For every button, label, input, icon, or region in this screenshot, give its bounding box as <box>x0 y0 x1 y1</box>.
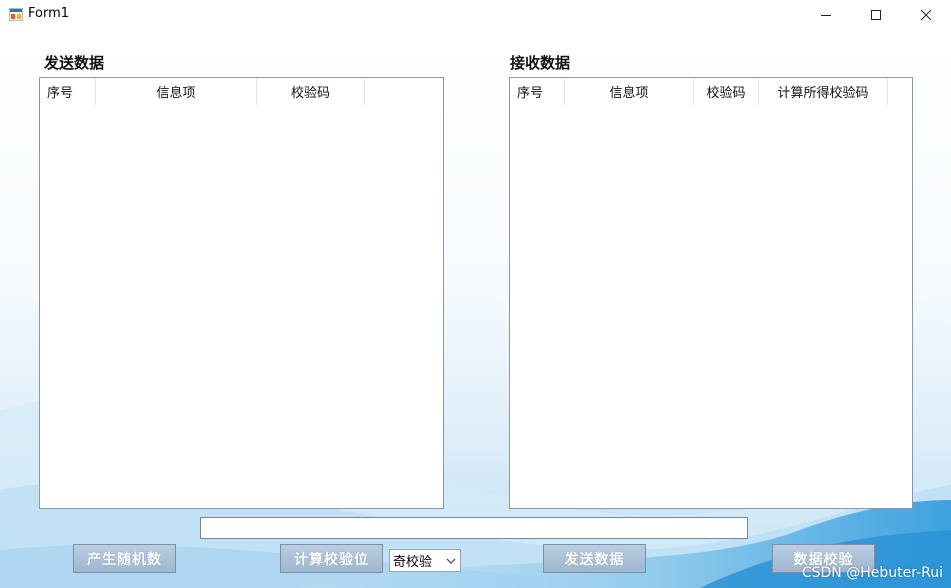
form-client-area: 发送数据 接收数据 序号 信息项 校验码 序号 信息项 校验码 计算所得校验码 … <box>0 30 951 588</box>
column-header-info-item[interactable]: 信息项 <box>565 78 694 105</box>
receive-listview-header: 序号 信息项 校验码 计算所得校验码 <box>510 78 912 105</box>
column-header-index[interactable]: 序号 <box>40 78 96 105</box>
close-icon <box>920 9 932 21</box>
maximize-icon <box>871 10 881 20</box>
data-textbox[interactable] <box>200 517 748 539</box>
column-header-computed-check-code[interactable]: 计算所得校验码 <box>759 78 888 105</box>
column-header-blank[interactable] <box>365 78 443 105</box>
send-data-label: 发送数据 <box>44 54 105 72</box>
send-listview-header: 序号 信息项 校验码 <box>40 78 443 105</box>
maximize-button[interactable] <box>851 0 901 30</box>
minimize-button[interactable] <box>801 0 851 30</box>
title-bar[interactable]: Form1 <box>0 0 951 30</box>
chevron-down-icon <box>442 558 460 564</box>
column-header-check-code[interactable]: 校验码 <box>694 78 759 105</box>
send-data-listview[interactable]: 序号 信息项 校验码 <box>39 77 444 509</box>
parity-mode-value: 奇校验 <box>393 555 433 570</box>
column-header-check-code[interactable]: 校验码 <box>257 78 365 105</box>
csdn-watermark: CSDN @Hebuter-Rui <box>801 565 943 581</box>
close-button[interactable] <box>901 0 951 30</box>
window-title: Form1 <box>28 6 70 21</box>
generate-random-button[interactable]: 产生随机数 <box>73 544 176 573</box>
winforms-app-icon <box>9 8 23 21</box>
minimize-icon <box>821 15 831 16</box>
column-header-blank[interactable] <box>888 78 912 105</box>
app-window: Form1 发送数据 接收数据 序号 信息项 校验码 序号 信息项 校验码 计算… <box>0 0 951 588</box>
receive-data-listview[interactable]: 序号 信息项 校验码 计算所得校验码 <box>509 77 913 509</box>
receive-data-label: 接收数据 <box>510 54 571 72</box>
column-header-index[interactable]: 序号 <box>510 78 565 105</box>
column-header-info-item[interactable]: 信息项 <box>96 78 257 105</box>
send-data-button[interactable]: 发送数据 <box>543 544 646 573</box>
compute-check-bit-button[interactable]: 计算校验位 <box>280 544 383 573</box>
parity-mode-select[interactable]: 奇校验 <box>389 549 461 572</box>
